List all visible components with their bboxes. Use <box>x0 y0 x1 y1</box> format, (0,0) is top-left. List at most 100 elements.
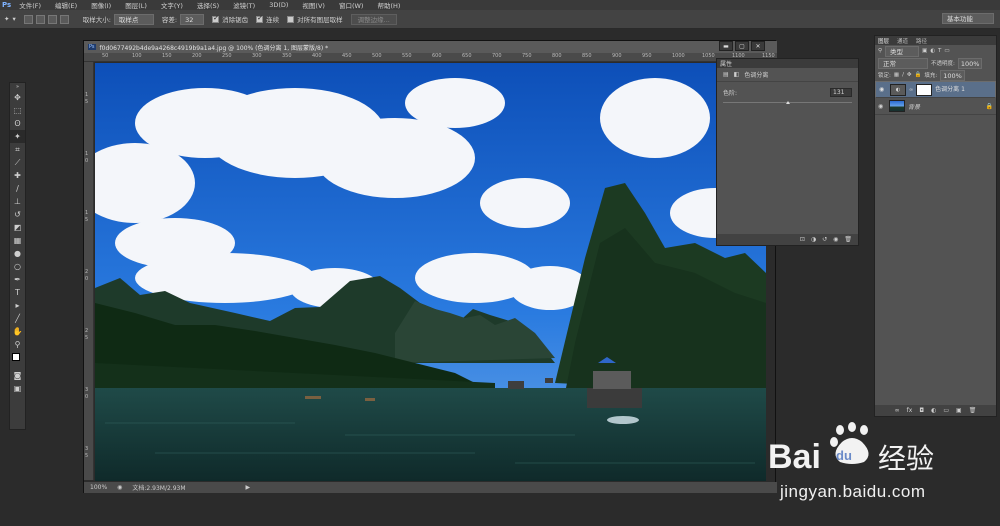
fill-input[interactable]: 100% <box>940 69 965 81</box>
view-previous-icon[interactable]: ◑ <box>811 236 816 243</box>
filter-adjustment-icon[interactable]: ◐ <box>930 48 935 54</box>
menu-view[interactable]: 视图(V) <box>302 0 325 10</box>
reset-icon[interactable]: ↺ <box>822 236 827 243</box>
image-canvas[interactable] <box>95 63 766 481</box>
sample-size-select[interactable]: 取样点 <box>113 13 154 25</box>
workspace-select[interactable]: 基本功能 <box>942 13 994 24</box>
layer-kind-select[interactable]: 类型 <box>885 45 920 57</box>
lock-transparent-icon[interactable]: ▦ <box>894 72 899 78</box>
status-menu-arrow-icon[interactable]: ▶ <box>246 484 251 491</box>
move-tool-icon[interactable]: ✥ <box>10 91 25 104</box>
eye-icon[interactable]: ◉ <box>878 103 886 110</box>
shape-tool-icon[interactable]: ╱ <box>10 312 25 325</box>
menu-select[interactable]: 选择(S) <box>197 0 219 10</box>
blend-mode-select[interactable]: 正常 <box>878 57 928 69</box>
tool-preset-picker[interactable]: ✦ ▾ <box>4 15 16 23</box>
intersect-selection-button[interactable] <box>59 14 69 24</box>
crop-tool-icon[interactable]: ⌗ <box>10 143 25 156</box>
magic-wand-tool-icon[interactable]: ✦ <box>10 130 25 143</box>
lock-all-icon[interactable]: 🔒 <box>915 72 922 78</box>
menu-file[interactable]: 文件(F) <box>19 0 41 10</box>
type-tool-icon[interactable]: T <box>10 286 25 299</box>
path-selection-tool-icon[interactable]: ▸ <box>10 299 25 312</box>
menu-edit[interactable]: 编辑(E) <box>55 0 77 10</box>
layer-row-background[interactable]: ◉ 背景 🔒 <box>875 98 996 115</box>
link-layers-icon[interactable]: ∞ <box>895 407 900 414</box>
ruler-vertical[interactable]: 15101520253035 <box>84 62 94 480</box>
menu-image[interactable]: 图像(I) <box>91 0 111 10</box>
properties-panel-header[interactable]: 属性 <box>717 59 858 68</box>
levels-input[interactable]: 131 <box>830 88 852 97</box>
status-info-icon[interactable]: ◉ <box>117 484 122 491</box>
dodge-tool-icon[interactable]: ○ <box>10 260 25 273</box>
visibility-icon[interactable]: ◉ <box>833 236 838 243</box>
link-icon[interactable]: ∞ <box>909 85 913 95</box>
healing-brush-tool-icon[interactable]: ✚ <box>10 169 25 182</box>
ruler-tick-label: 400 <box>312 53 322 59</box>
menu-type[interactable]: 文字(Y) <box>161 0 183 10</box>
tab-layers[interactable]: 图层 <box>878 37 889 45</box>
pen-tool-icon[interactable]: ✒ <box>10 273 25 286</box>
delete-icon[interactable]: 🗑 <box>844 236 852 243</box>
new-group-icon[interactable]: ▭ <box>943 407 949 414</box>
close-button[interactable]: ✕ <box>751 41 765 51</box>
tab-paths[interactable]: 路径 <box>916 37 927 45</box>
layer-style-icon[interactable]: fx <box>907 407 913 414</box>
menu-layer[interactable]: 图层(L) <box>125 0 147 10</box>
zoom-level[interactable]: 100% <box>90 484 107 491</box>
hand-tool-icon[interactable]: ✋ <box>10 325 25 338</box>
mask-icon[interactable]: ◧ <box>734 71 740 78</box>
menu-window[interactable]: 窗口(W) <box>339 0 364 10</box>
color-swatches[interactable] <box>10 351 25 369</box>
new-layer-icon[interactable]: ▣ <box>956 407 962 414</box>
panel-collapse-icon[interactable]: » <box>10 83 25 91</box>
filter-pixel-icon[interactable]: ▣ <box>922 48 927 54</box>
zoom-tool-icon[interactable]: ⚲ <box>10 338 25 351</box>
eyedropper-tool-icon[interactable]: ⟋ <box>10 156 25 169</box>
layer-name[interactable]: 背景 <box>908 102 920 111</box>
lasso-tool-icon[interactable]: ʘ <box>10 117 25 130</box>
lock-move-icon[interactable]: ✥ <box>907 72 912 78</box>
history-brush-tool-icon[interactable]: ↺ <box>10 208 25 221</box>
antialias-checkbox[interactable] <box>212 14 220 23</box>
menu-help[interactable]: 帮助(H) <box>377 0 400 10</box>
levels-slider[interactable] <box>723 101 852 104</box>
eye-icon[interactable]: ◉ <box>879 85 887 95</box>
refine-edge-button[interactable]: 调整边缘... <box>350 13 397 25</box>
tolerance-input[interactable]: 32 <box>180 13 205 25</box>
blur-tool-icon[interactable]: ● <box>10 247 25 260</box>
layer-mask-thumb[interactable] <box>916 83 933 96</box>
gradient-tool-icon[interactable]: ▦ <box>10 234 25 247</box>
lock-brush-icon[interactable]: ∕ <box>902 72 904 78</box>
delete-layer-icon[interactable]: 🗑 <box>969 407 977 414</box>
marquee-tool-icon[interactable]: ⬚ <box>10 104 25 117</box>
new-selection-button[interactable] <box>23 14 33 24</box>
foreground-color-swatch[interactable] <box>12 353 20 361</box>
menu-3d[interactable]: 3D(D) <box>269 1 288 9</box>
filter-type-icon[interactable]: T <box>938 48 941 54</box>
clip-to-layer-icon[interactable]: ⊡ <box>800 236 805 243</box>
minimize-button[interactable]: ▬ <box>719 41 733 51</box>
stamp-tool-icon[interactable]: ⊥ <box>10 195 25 208</box>
layer-name[interactable]: 色调分离 1 <box>935 85 965 95</box>
levels-slider-handle[interactable] <box>785 101 790 104</box>
add-selection-button[interactable] <box>35 14 45 24</box>
subtract-selection-button[interactable] <box>47 14 57 24</box>
maximize-button[interactable]: ▢ <box>735 41 749 51</box>
quick-mask-icon[interactable]: ◙ <box>10 369 25 382</box>
tab-channels[interactable]: 通道 <box>897 37 908 45</box>
filter-shape-icon[interactable]: ▭ <box>944 48 949 54</box>
screen-mode-icon[interactable]: ▣ <box>10 382 25 395</box>
opacity-input[interactable]: 100% <box>957 57 983 69</box>
contiguous-checkbox[interactable] <box>256 14 264 23</box>
menu-filter[interactable]: 滤镜(T) <box>233 0 255 10</box>
add-mask-icon[interactable]: ◘ <box>919 407 924 414</box>
new-adjustment-icon[interactable]: ◐ <box>931 407 936 414</box>
all-layers-checkbox[interactable] <box>287 15 295 23</box>
document-tab[interactable]: Ps f0d0677492b4de9a4268c4919b9a1a4.jpg @… <box>84 41 777 53</box>
layer-row-posterize[interactable]: ◉ ◐ ∞ 色调分离 1 <box>875 81 996 98</box>
brush-tool-icon[interactable]: ∕ <box>10 182 25 195</box>
document-size[interactable]: 文档:2.93M/2.93M <box>132 483 185 492</box>
eraser-tool-icon[interactable]: ◩ <box>10 221 25 234</box>
ruler-horizontal[interactable]: 50 100 150 200 250 300 350 400 450 500 550 600 650 70… <box>84 53 777 62</box>
